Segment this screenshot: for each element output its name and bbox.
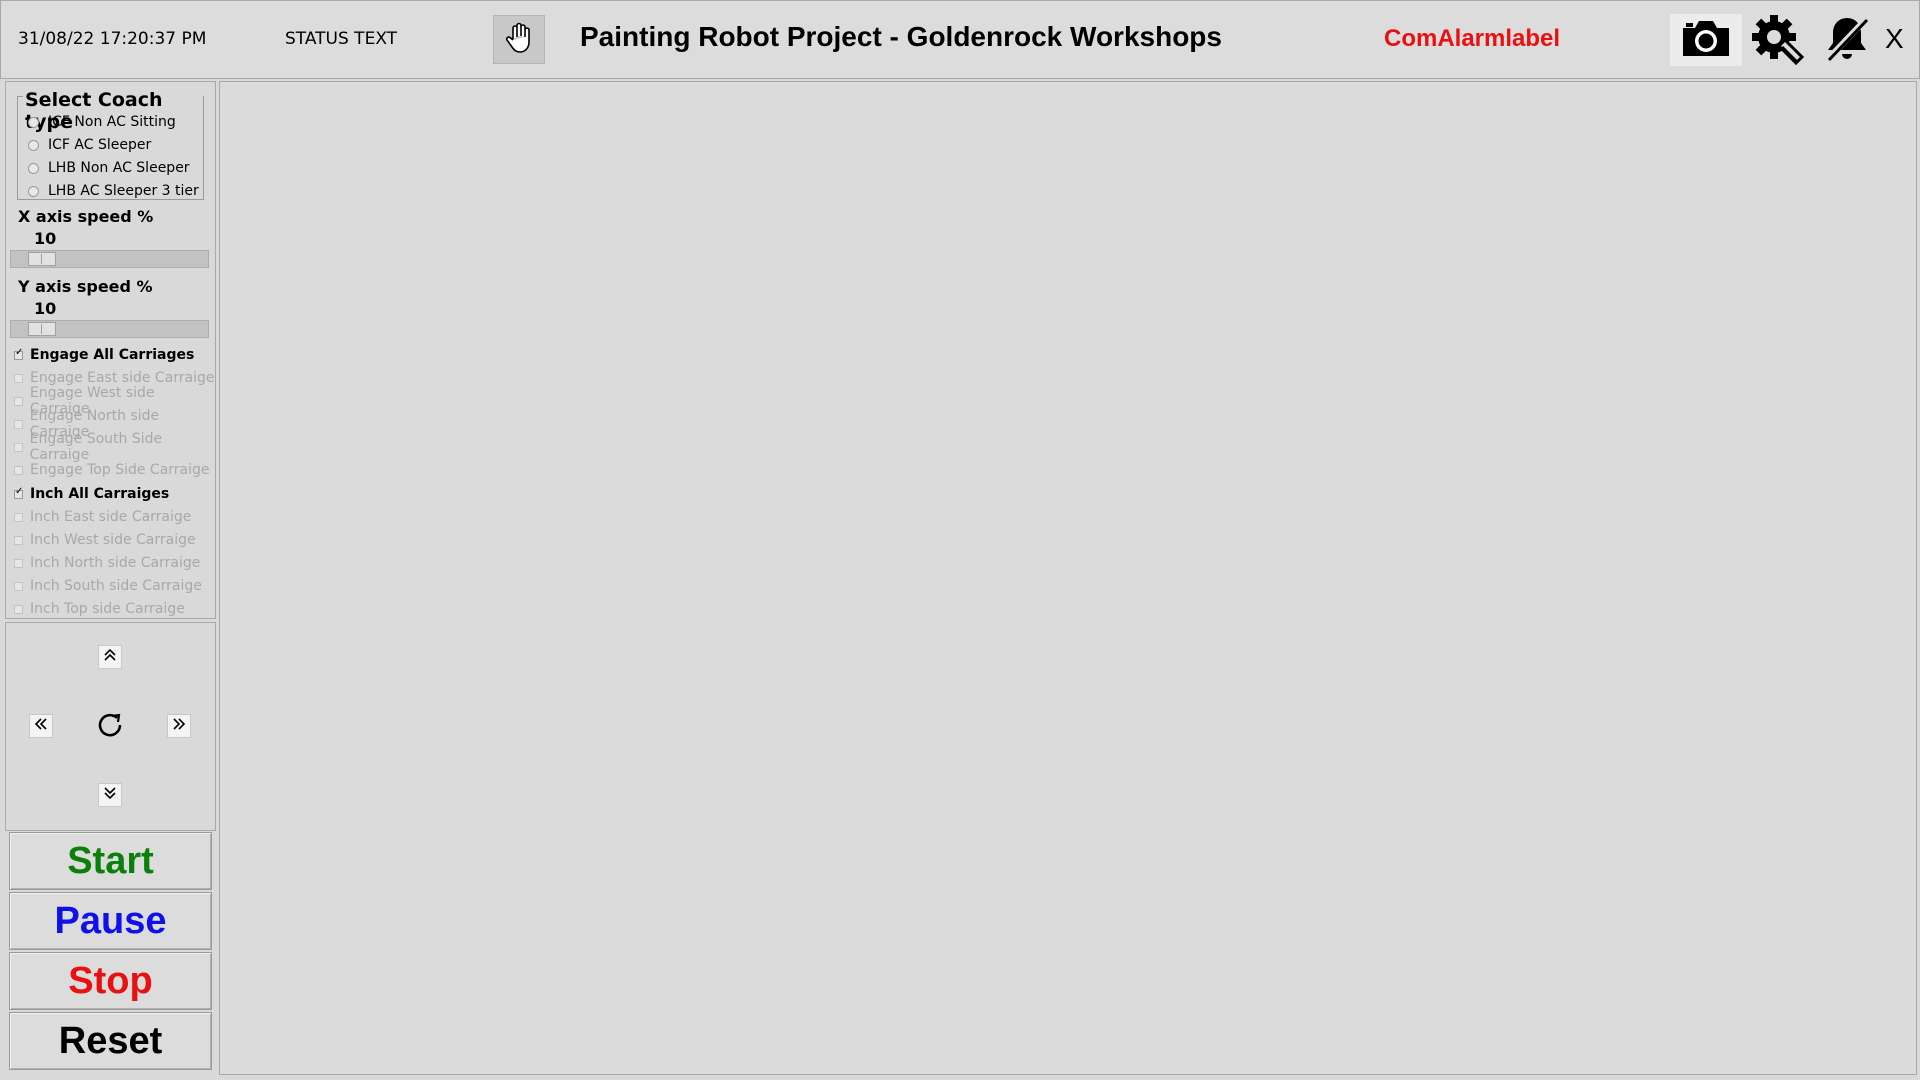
x-speed-slider[interactable] bbox=[10, 250, 209, 268]
camera-icon bbox=[1679, 17, 1733, 63]
radio-button[interactable] bbox=[28, 185, 39, 197]
hand-icon bbox=[504, 22, 534, 58]
checkbox-label: Inch West side Carraige bbox=[30, 532, 196, 548]
checkbox[interactable] bbox=[14, 558, 23, 568]
checkbox-label: Engage Top Side Carraige bbox=[30, 462, 210, 478]
checkbox[interactable] bbox=[14, 535, 23, 545]
checkbox[interactable] bbox=[14, 486, 23, 499]
start-button[interactable]: Start bbox=[9, 832, 212, 890]
alarm-bell-muted-icon bbox=[1823, 14, 1871, 68]
checkbox-label: Inch South side Carraige bbox=[30, 578, 202, 594]
settings-gear-icon bbox=[1750, 13, 1805, 69]
inch-west-carriage-checkbox[interactable]: Inch West side Carraige bbox=[14, 530, 196, 550]
left-control-panel: Select Coach type ICF Non AC Sitting ICF… bbox=[5, 81, 216, 619]
coach-option-label: ICF AC Sleeper bbox=[48, 137, 152, 153]
close-button[interactable]: X bbox=[1885, 23, 1904, 55]
checkbox-label: Engage East side Carraige bbox=[30, 370, 215, 386]
page-title: Painting Robot Project - Goldenrock Work… bbox=[580, 21, 1222, 52]
coach-option-label: LHB Non AC Sleeper bbox=[48, 160, 190, 176]
main-view-area bbox=[219, 81, 1917, 1075]
chevron-left-icon bbox=[33, 716, 49, 736]
camera-button[interactable] bbox=[1670, 14, 1742, 66]
coach-option-icf-ac-sleeper[interactable]: ICF AC Sleeper bbox=[28, 135, 151, 155]
radio-button[interactable] bbox=[28, 162, 39, 174]
settings-button[interactable] bbox=[1749, 13, 1805, 69]
x-speed-slider-thumb[interactable] bbox=[28, 252, 56, 266]
stop-button[interactable]: Stop bbox=[9, 952, 212, 1010]
jog-home-button[interactable] bbox=[96, 712, 124, 740]
checkbox-label: Inch North side Carraige bbox=[30, 555, 201, 571]
engage-south-carriage-checkbox[interactable]: Engage South Side Carraige bbox=[14, 431, 215, 463]
radio-button[interactable] bbox=[28, 139, 39, 151]
y-speed-slider-thumb[interactable] bbox=[28, 322, 56, 336]
datetime-display: 31/08/22 17:20:37 PM bbox=[18, 29, 207, 49]
checkbox[interactable] bbox=[14, 419, 23, 429]
radio-button[interactable] bbox=[28, 116, 39, 128]
chevron-down-icon bbox=[102, 785, 118, 805]
chevron-right-icon bbox=[171, 716, 187, 736]
coach-option-label: LHB AC Sleeper 3 tier bbox=[48, 183, 199, 199]
coach-type-group: Select Coach type ICF Non AC Sitting ICF… bbox=[17, 89, 204, 201]
x-speed-value: 10 bbox=[34, 229, 57, 248]
jog-left-button[interactable] bbox=[29, 714, 53, 738]
pause-button[interactable]: Pause bbox=[9, 892, 212, 950]
hand-mode-button[interactable] bbox=[493, 15, 545, 64]
coach-option-label: ICF Non AC Sitting bbox=[48, 114, 176, 130]
inch-south-carriage-checkbox[interactable]: Inch South side Carraige bbox=[14, 576, 202, 596]
checkbox[interactable] bbox=[14, 604, 23, 614]
jog-control-panel bbox=[5, 622, 216, 831]
checkbox-label: Inch Top side Carraige bbox=[30, 601, 185, 617]
coach-option-lhb-non-ac-sleeper[interactable]: LHB Non AC Sleeper bbox=[28, 158, 190, 178]
engage-all-carriages-checkbox[interactable]: Engage All Carriages bbox=[14, 345, 194, 365]
checkbox-label: Inch East side Carraige bbox=[30, 509, 192, 525]
jog-down-button[interactable] bbox=[98, 783, 122, 807]
checkbox-label: Engage All Carriages bbox=[30, 347, 195, 363]
chevron-up-icon bbox=[102, 647, 118, 667]
y-speed-slider[interactable] bbox=[10, 320, 209, 338]
checkbox[interactable] bbox=[14, 396, 23, 406]
jog-up-button[interactable] bbox=[98, 645, 122, 669]
status-text: STATUS TEXT bbox=[285, 29, 398, 49]
coach-option-lhb-ac-sleeper-3-tier[interactable]: LHB AC Sleeper 3 tier bbox=[28, 181, 199, 201]
inch-north-carriage-checkbox[interactable]: Inch North side Carraige bbox=[14, 553, 200, 573]
engage-top-carriage-checkbox[interactable]: Engage Top Side Carraige bbox=[14, 460, 210, 480]
x-speed-label: X axis speed % bbox=[18, 207, 154, 226]
checkbox[interactable] bbox=[14, 347, 23, 360]
checkbox[interactable] bbox=[14, 465, 23, 475]
checkbox-label: Engage South Side Carraige bbox=[29, 431, 163, 463]
alarm-mute-button[interactable] bbox=[1819, 13, 1875, 69]
inch-top-carriage-checkbox[interactable]: Inch Top side Carraige bbox=[14, 599, 185, 619]
home-rotate-icon bbox=[96, 710, 124, 742]
y-speed-value: 10 bbox=[34, 299, 57, 318]
alarm-label: ComAlarmlabel bbox=[1384, 25, 1561, 52]
inch-all-carriages-checkbox[interactable]: Inch All Carraiges bbox=[14, 484, 169, 504]
reset-button[interactable]: Reset bbox=[9, 1012, 212, 1070]
checkbox[interactable] bbox=[14, 512, 23, 522]
jog-right-button[interactable] bbox=[167, 714, 191, 738]
y-speed-label: Y axis speed % bbox=[18, 277, 153, 296]
coach-option-icf-non-ac-sitting[interactable]: ICF Non AC Sitting bbox=[28, 112, 176, 132]
checkbox[interactable] bbox=[14, 373, 23, 383]
checkbox[interactable] bbox=[14, 581, 23, 591]
checkbox-label: Inch All Carraiges bbox=[30, 486, 170, 502]
checkbox[interactable] bbox=[14, 442, 23, 452]
inch-east-carriage-checkbox[interactable]: Inch East side Carraige bbox=[14, 507, 191, 527]
header-bar: 31/08/22 17:20:37 PM STATUS TEXT Paintin… bbox=[0, 0, 1920, 79]
